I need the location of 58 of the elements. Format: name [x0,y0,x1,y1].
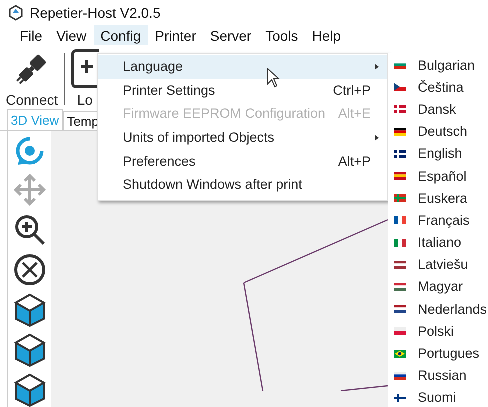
language-option[interactable]: Čeština [388,76,488,98]
window-title: Repetier-Host V2.0.5 [30,4,161,21]
language-option[interactable]: Bulgarian [388,54,488,76]
cube-icon[interactable] [14,333,46,367]
language-option[interactable]: Español [388,164,488,188]
fit-view-icon[interactable] [12,253,46,287]
flag-icon [394,282,406,291]
wireframe-line [340,385,388,391]
flag-icon [394,83,406,92]
mouse-cursor-icon [267,68,281,88]
menu-item[interactable]: Language [98,55,387,79]
flag-icon [394,105,406,114]
zoom-icon[interactable] [12,213,46,247]
connect-button[interactable]: Connect [6,49,58,108]
submenu-arrow-icon [375,134,379,141]
language-option[interactable]: Polski [388,320,488,342]
language-option[interactable]: Dansk [388,98,488,121]
rotate-icon[interactable] [14,135,46,167]
cube-icon[interactable] [14,373,46,407]
menu-item[interactable]: View [50,25,94,45]
submenu-arrow-icon [375,64,379,70]
flag-icon [394,260,406,269]
flag-icon [394,372,406,380]
language-option[interactable]: Deutsch [388,120,488,143]
language-option[interactable]: Euskera [388,187,488,210]
flag-icon [394,238,406,247]
language-option[interactable]: Magyar [388,276,488,298]
flag-icon [394,128,406,136]
flag-icon [394,194,406,202]
language-option[interactable]: Nederlands [388,298,488,320]
language-option[interactable]: Russian [388,364,488,387]
menu-item[interactable]: Shutdown Windows after print [98,172,387,197]
menu-item[interactable]: Server [203,25,259,45]
load-button[interactable]: Lo [71,49,100,108]
flag-icon [394,305,406,314]
load-icon [71,49,100,89]
language-option[interactable]: Suomi [388,386,488,407]
menu-item[interactable]: Help [305,25,348,45]
language-option[interactable]: English [388,142,488,165]
flag-icon [394,216,406,224]
flag-icon [394,350,406,358]
menu-item[interactable]: Printer Settings Ctrl+P [98,78,387,102]
menu-item[interactable]: Printer [148,25,204,45]
flag-icon [394,394,406,402]
menu-item[interactable]: Preferences Alt+P [98,149,387,173]
language-option[interactable]: Italiano [388,232,488,254]
cube-icon[interactable] [14,293,46,327]
flag-icon [394,61,406,70]
app-logo-icon [8,4,24,21]
menu-item[interactable]: Tools [258,25,306,45]
flag-icon [394,150,406,158]
menu-item[interactable]: File [13,25,50,45]
menu-item[interactable]: Config [94,25,148,45]
language-option[interactable]: Français [388,209,488,232]
language-option[interactable]: Latviešu [388,254,488,276]
language-option[interactable]: Portugues [388,342,488,365]
flag-icon [394,327,406,336]
flag-icon [394,172,406,180]
